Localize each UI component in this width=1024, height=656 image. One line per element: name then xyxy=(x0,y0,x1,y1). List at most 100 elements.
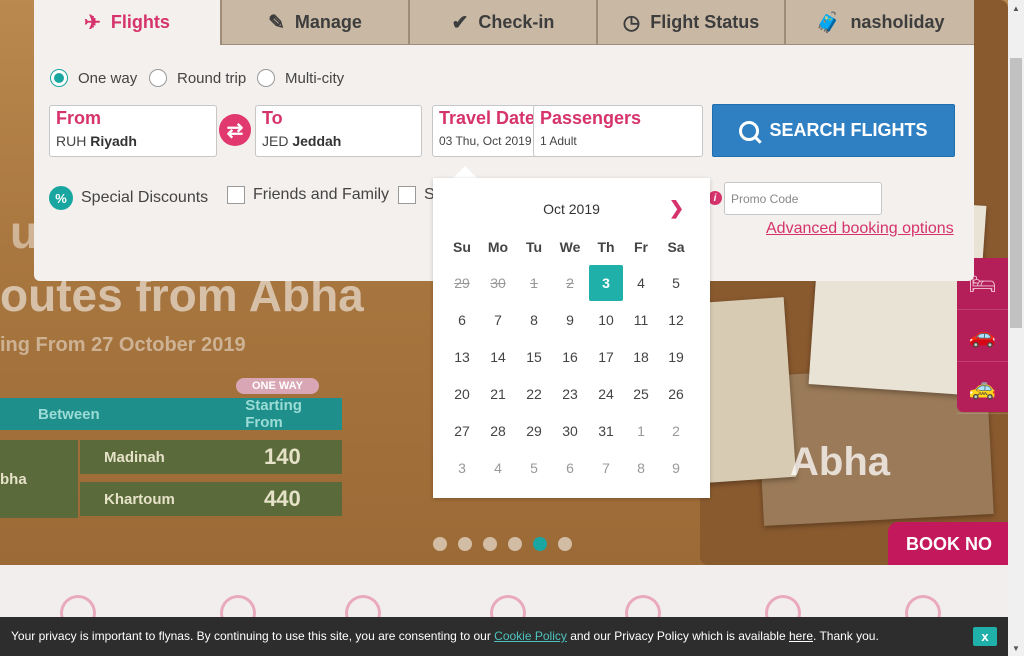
calendar-day[interactable]: 8 xyxy=(624,450,658,486)
calendar-day[interactable]: 6 xyxy=(553,450,587,486)
carousel-dot[interactable] xyxy=(508,537,522,551)
calendar-day[interactable]: 17 xyxy=(589,339,623,375)
travel-dates-field[interactable]: Travel Dates 03 Thu, Oct 2019 xyxy=(432,105,546,157)
transfer-icon[interactable]: 🚕 xyxy=(957,362,1008,414)
search-label: SEARCH FLIGHTS xyxy=(769,120,928,140)
calendar-day[interactable]: 4 xyxy=(481,450,515,486)
plane-icon: ✈ xyxy=(84,12,101,34)
calendar-day[interactable]: 5 xyxy=(659,265,693,301)
calendar-weekday: Su xyxy=(453,239,471,255)
calendar-day[interactable]: 27 xyxy=(445,413,479,449)
friends-family-label: Friends and Family xyxy=(253,186,390,203)
calendar-day[interactable]: 7 xyxy=(481,302,515,338)
search-flights-button[interactable]: SEARCH FLIGHTS xyxy=(712,104,955,157)
side-quick-tabs: 🛏 🚗 🚕 xyxy=(957,258,1008,414)
tab-flight-status[interactable]: ◷ Flight Status xyxy=(598,0,786,45)
travel-dates-label: Travel Dates xyxy=(439,108,546,128)
calendar-day[interactable]: 16 xyxy=(553,339,587,375)
advanced-booking-link[interactable]: Advanced booking options xyxy=(766,220,954,238)
passengers-field[interactable]: Passengers 1 Adult xyxy=(533,105,703,157)
scroll-up-icon[interactable]: ▲ xyxy=(1008,0,1024,16)
chevron-right-icon[interactable]: ❯ xyxy=(669,198,684,219)
one-way-radio[interactable] xyxy=(50,69,68,87)
calendar-day[interactable]: 10 xyxy=(589,302,623,338)
to-field[interactable]: To JED Jeddah xyxy=(255,105,422,157)
trip-type-round-trip[interactable]: Round trip xyxy=(149,69,246,87)
calendar-day[interactable]: 2 xyxy=(659,413,693,449)
tab-flights[interactable]: ✈ Flights xyxy=(34,0,222,45)
calendar-day: 1 xyxy=(530,275,538,291)
checkmark-icon: ✔ xyxy=(451,11,469,34)
carousel-dot[interactable] xyxy=(458,537,472,551)
calendar-day[interactable]: 19 xyxy=(659,339,693,375)
calendar-day[interactable]: 8 xyxy=(517,302,551,338)
tab-check-in[interactable]: ✔ Check-in xyxy=(410,0,598,45)
carousel-dot[interactable] xyxy=(558,537,572,551)
book-now-button[interactable]: BOOK NO xyxy=(888,522,1008,565)
calendar-day[interactable]: 4 xyxy=(624,265,658,301)
trip-type-label: One way xyxy=(78,69,138,87)
calendar-day[interactable]: 12 xyxy=(659,302,693,338)
swap-icon[interactable]: ⇄ xyxy=(219,114,251,146)
tab-nasholiday[interactable]: 🧳 nasholiday xyxy=(786,0,974,45)
calendar-day[interactable]: 7 xyxy=(589,450,623,486)
price-table-header: Between Starting From xyxy=(0,397,342,431)
carousel-dot[interactable] xyxy=(533,537,547,551)
calendar-day[interactable]: 9 xyxy=(659,450,693,486)
discount-icon: % xyxy=(49,186,73,210)
multi-city-radio[interactable] xyxy=(257,69,275,87)
travel-dates-value: 03 Thu, Oct 2019 xyxy=(439,134,532,148)
calendar-day[interactable]: 20 xyxy=(445,376,479,412)
cookie-policy-link[interactable]: Cookie Policy xyxy=(494,629,567,643)
special-discounts[interactable]: % Special Discounts xyxy=(49,186,208,210)
scroll-down-icon[interactable]: ▼ xyxy=(1008,640,1024,656)
carousel-dot[interactable] xyxy=(483,537,497,551)
calendar-day[interactable]: 26 xyxy=(659,376,693,412)
car-icon[interactable]: 🚗 xyxy=(957,310,1008,362)
calendar-day[interactable]: 31 xyxy=(589,413,623,449)
calendar-day[interactable]: 11 xyxy=(624,302,658,338)
calendar-day[interactable]: 1 xyxy=(624,413,658,449)
calendar-day[interactable]: 22 xyxy=(517,376,551,412)
cookie-close-button[interactable]: x xyxy=(973,627,997,646)
calendar-day[interactable]: 24 xyxy=(589,376,623,412)
info-icon[interactable]: i xyxy=(708,191,722,205)
calendar-day[interactable]: 9 xyxy=(553,302,587,338)
calendar-day[interactable]: 28 xyxy=(481,413,515,449)
friends-family-option[interactable]: Friends and Family xyxy=(227,186,389,204)
trip-type-one-way[interactable]: One way xyxy=(50,69,137,87)
promo-code-input[interactable] xyxy=(724,182,882,215)
round-trip-radio[interactable] xyxy=(149,69,167,87)
booking-tabs: ✈ Flights ✎ Manage ✔ Check-in ◷ Flight S… xyxy=(34,0,974,45)
calendar-day[interactable]: 5 xyxy=(517,450,551,486)
from-field[interactable]: From RUH Riyadh xyxy=(49,105,217,157)
to-code: JED xyxy=(262,133,289,149)
date-picker: Oct 2019 ❯ Su Mo Tu We Th Fr Sa 29 30 1 2 3 4 5 6 7 8 9 10… xyxy=(433,178,710,498)
calendar-day[interactable]: 18 xyxy=(624,339,658,375)
scrollbar-thumb[interactable] xyxy=(1010,58,1022,328)
hero-photo-caption: Abha xyxy=(790,440,890,484)
trip-type-multi-city[interactable]: Multi-city xyxy=(257,69,344,87)
calendar-day[interactable]: 29 xyxy=(517,413,551,449)
calendar-day[interactable]: 23 xyxy=(553,376,587,412)
calendar-day: 30 xyxy=(490,275,506,291)
third-discount-option[interactable]: S xyxy=(398,186,435,204)
calendar-day[interactable]: 15 xyxy=(517,339,551,375)
calendar-day[interactable]: 6 xyxy=(445,302,479,338)
calendar-day-selected[interactable]: 3 xyxy=(589,265,623,301)
carousel-dots xyxy=(433,537,572,551)
calendar-day[interactable]: 13 xyxy=(445,339,479,375)
privacy-policy-link[interactable]: here xyxy=(789,629,813,643)
calendar-day[interactable]: 3 xyxy=(445,450,479,486)
calendar-day[interactable]: 25 xyxy=(624,376,658,412)
friends-family-checkbox[interactable] xyxy=(227,186,245,204)
calendar-day[interactable]: 21 xyxy=(481,376,515,412)
table-header: Starting From xyxy=(245,397,302,431)
tab-manage[interactable]: ✎ Manage xyxy=(222,0,410,45)
cookie-text-part: . Thank you. xyxy=(813,629,879,643)
calendar-day[interactable]: 14 xyxy=(481,339,515,375)
carousel-dot[interactable] xyxy=(433,537,447,551)
calendar-day[interactable]: 30 xyxy=(553,413,587,449)
third-discount-checkbox[interactable] xyxy=(398,186,416,204)
tab-label: Flight Status xyxy=(650,11,760,32)
